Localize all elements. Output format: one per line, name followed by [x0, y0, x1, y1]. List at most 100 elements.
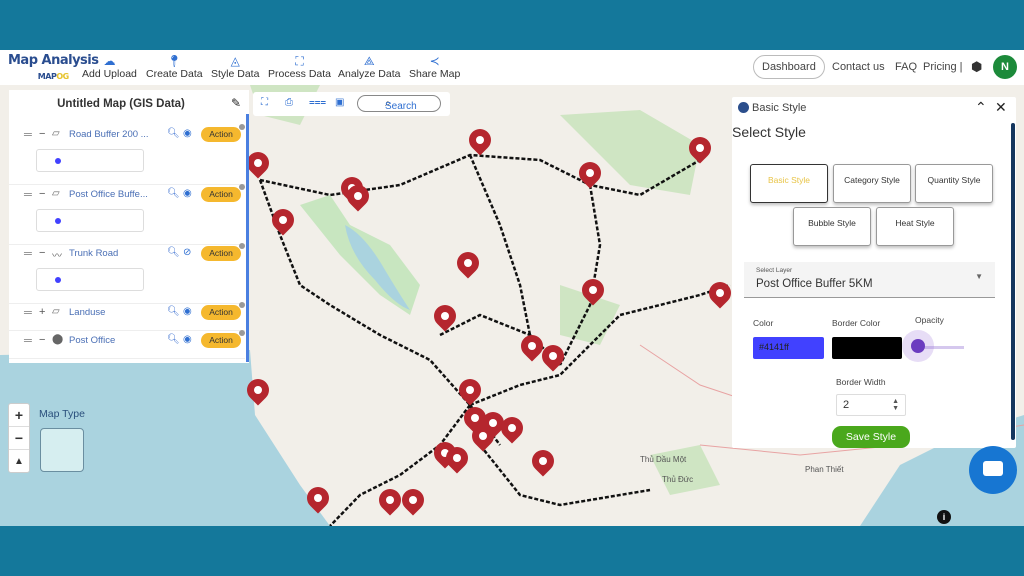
- print-icon[interactable]: ⎙: [285, 97, 293, 108]
- layer-name[interactable]: Landuse: [69, 307, 105, 318]
- heat-style-button[interactable]: Heat Style: [876, 207, 954, 246]
- nav-analyze-data[interactable]: ⟁ Analyze Data: [338, 54, 400, 80]
- select-style-title: Select Style: [732, 124, 806, 140]
- layer-item: ═ − ▱ Post Office Buffe... 🔍︎ ◉ Action: [9, 184, 245, 245]
- bubble-style-button[interactable]: Bubble Style: [793, 207, 871, 246]
- eye-icon[interactable]: ◉: [183, 188, 192, 199]
- zoom-to-layer-icon[interactable]: 🔍︎: [167, 247, 180, 258]
- faq-link[interactable]: FAQ: [895, 61, 917, 73]
- action-button[interactable]: Action: [201, 127, 241, 142]
- action-button[interactable]: Action: [201, 305, 241, 320]
- nav-process-data[interactable]: ⛶ Process Data: [268, 54, 331, 80]
- basic-style-button[interactable]: Basic Style: [750, 164, 828, 203]
- measure-icon[interactable]: ⩶: [309, 97, 326, 108]
- edit-pencil-icon[interactable]: ✎: [231, 96, 241, 110]
- place-label: Thủ Đức: [662, 475, 694, 484]
- border-color-label: Border Color: [832, 318, 881, 328]
- map-analysis-app: Map Analysis MAPOG ☁ Add Upload 📍︎ Create D…: [0, 50, 1024, 526]
- legend-swatch: [55, 218, 61, 224]
- eye-icon[interactable]: ◉: [183, 306, 192, 317]
- expand-toggle-icon[interactable]: +: [39, 306, 45, 318]
- layer-status-dot: [239, 330, 245, 336]
- comment-icon[interactable]: ▣: [335, 97, 344, 108]
- opacity-slider-thumb[interactable]: [911, 339, 925, 353]
- expand-toggle-icon[interactable]: −: [39, 247, 45, 259]
- spinner-icon[interactable]: ▲ ▼: [892, 398, 899, 412]
- share-icon: ≺: [429, 54, 440, 68]
- style-logo-icon: [738, 102, 749, 113]
- close-icon[interactable]: ✕: [995, 99, 1007, 116]
- nav-add-upload[interactable]: ☁ Add Upload: [82, 54, 137, 80]
- line-geometry-icon: 〰: [52, 251, 62, 262]
- drag-handle-icon[interactable]: ═: [24, 129, 32, 141]
- nav-create-data[interactable]: 📍︎ Create Data: [146, 54, 203, 80]
- style-panel-scrollbar[interactable]: [1011, 123, 1015, 440]
- eye-off-icon[interactable]: ⊘: [183, 247, 191, 258]
- layer-name[interactable]: Road Buffer 200 ...: [69, 129, 149, 140]
- action-button[interactable]: Action: [201, 187, 241, 202]
- drag-handle-icon[interactable]: ═: [24, 189, 32, 201]
- map-type-label: Map Type: [39, 408, 85, 420]
- point-geometry-icon: ⬤: [52, 334, 64, 345]
- fullscreen-icon[interactable]: ⛶: [261, 97, 268, 108]
- drag-handle-icon[interactable]: ═: [24, 335, 32, 347]
- layer-item: ═ − 〰 Trunk Road 🔍︎ ⊘ Action: [9, 243, 245, 304]
- analyze-icon: ⟁: [363, 54, 375, 68]
- nav-label: Create Data: [146, 68, 203, 80]
- category-style-button[interactable]: Category Style: [833, 164, 911, 203]
- select-layer-dropdown[interactable]: Select Layer Post Office Buffer 5KM ▼: [744, 262, 995, 298]
- dashboard-button[interactable]: Dashboard: [753, 55, 825, 79]
- nav-share-map[interactable]: ≺ Share Map: [409, 54, 460, 80]
- search-input[interactable]: Search ⌕: [357, 95, 441, 112]
- border-width-input[interactable]: 2 ▲ ▼: [836, 394, 906, 416]
- layers-scrollbar[interactable]: [246, 114, 249, 362]
- zoom-to-layer-icon[interactable]: 🔍︎: [167, 188, 180, 199]
- map-type-thumbnail[interactable]: [40, 428, 84, 472]
- border-width-value: 2: [843, 399, 850, 411]
- expand-toggle-icon[interactable]: −: [39, 128, 45, 140]
- cube-icon[interactable]: ⬢: [971, 59, 982, 75]
- place-label: Phan Thiết: [805, 465, 844, 474]
- eye-icon[interactable]: ◉: [183, 128, 192, 139]
- legend-swatch: [55, 277, 61, 283]
- collapse-chevron-up-icon[interactable]: ⌃: [975, 99, 987, 116]
- pricing-link[interactable]: Pricing |: [923, 61, 963, 73]
- layer-name[interactable]: Trunk Road: [69, 248, 118, 259]
- info-icon[interactable]: i: [937, 510, 951, 524]
- layer-item: ═ + ▱ Landuse 🔍︎ ◉ Action: [9, 302, 245, 331]
- chat-button[interactable]: [969, 446, 1017, 494]
- drag-handle-icon[interactable]: ═: [24, 248, 32, 260]
- layer-row: ═ − ▱ Road Buffer 200 ... 🔍︎ ◉ Action: [9, 124, 245, 145]
- layer-row: ═ − ⬤ Post Office 🔍︎ ◉ Action: [9, 330, 245, 351]
- nav-style-data[interactable]: ◬ Style Data: [211, 54, 259, 80]
- avatar[interactable]: N: [993, 55, 1017, 79]
- layer-legend: [36, 209, 144, 232]
- quantity-style-button[interactable]: Quantity Style: [915, 164, 993, 203]
- color-picker[interactable]: #4141ff: [753, 337, 824, 359]
- eye-icon[interactable]: ◉: [183, 334, 192, 345]
- layer-name[interactable]: Post Office: [69, 335, 115, 346]
- expand-toggle-icon[interactable]: −: [39, 334, 45, 346]
- zoom-to-layer-icon[interactable]: 🔍︎: [167, 306, 180, 317]
- polygon-geometry-icon: ▱: [52, 306, 60, 317]
- layer-item: ═ − ⬤ Post Office 🔍︎ ◉ Action: [9, 330, 245, 359]
- paint-bucket-icon: ◬: [230, 54, 240, 68]
- layer-row: ═ + ▱ Landuse 🔍︎ ◉ Action: [9, 302, 245, 323]
- layer-legend: [36, 149, 144, 172]
- contact-link[interactable]: Contact us: [832, 61, 885, 73]
- style-panel-header-title: Basic Style: [752, 102, 807, 114]
- zoom-to-layer-icon[interactable]: 🔍︎: [167, 334, 180, 345]
- layers-panel: Untitled Map (GIS Data) ✎ ═ − ▱ Road Buf…: [9, 90, 249, 363]
- action-button[interactable]: Action: [201, 246, 241, 261]
- reset-north-button[interactable]: ▲: [9, 450, 29, 473]
- layer-name[interactable]: Post Office Buffe...: [69, 189, 148, 200]
- drag-handle-icon[interactable]: ═: [24, 307, 32, 319]
- expand-toggle-icon[interactable]: −: [39, 188, 45, 200]
- border-color-picker[interactable]: [832, 337, 902, 359]
- zoom-to-layer-icon[interactable]: 🔍︎: [167, 128, 180, 139]
- zoom-out-button[interactable]: −: [9, 427, 29, 450]
- zoom-in-button[interactable]: +: [9, 404, 29, 427]
- action-button[interactable]: Action: [201, 333, 241, 348]
- style-panel-header: Basic Style: [738, 102, 806, 114]
- save-style-button[interactable]: Save Style: [832, 426, 910, 448]
